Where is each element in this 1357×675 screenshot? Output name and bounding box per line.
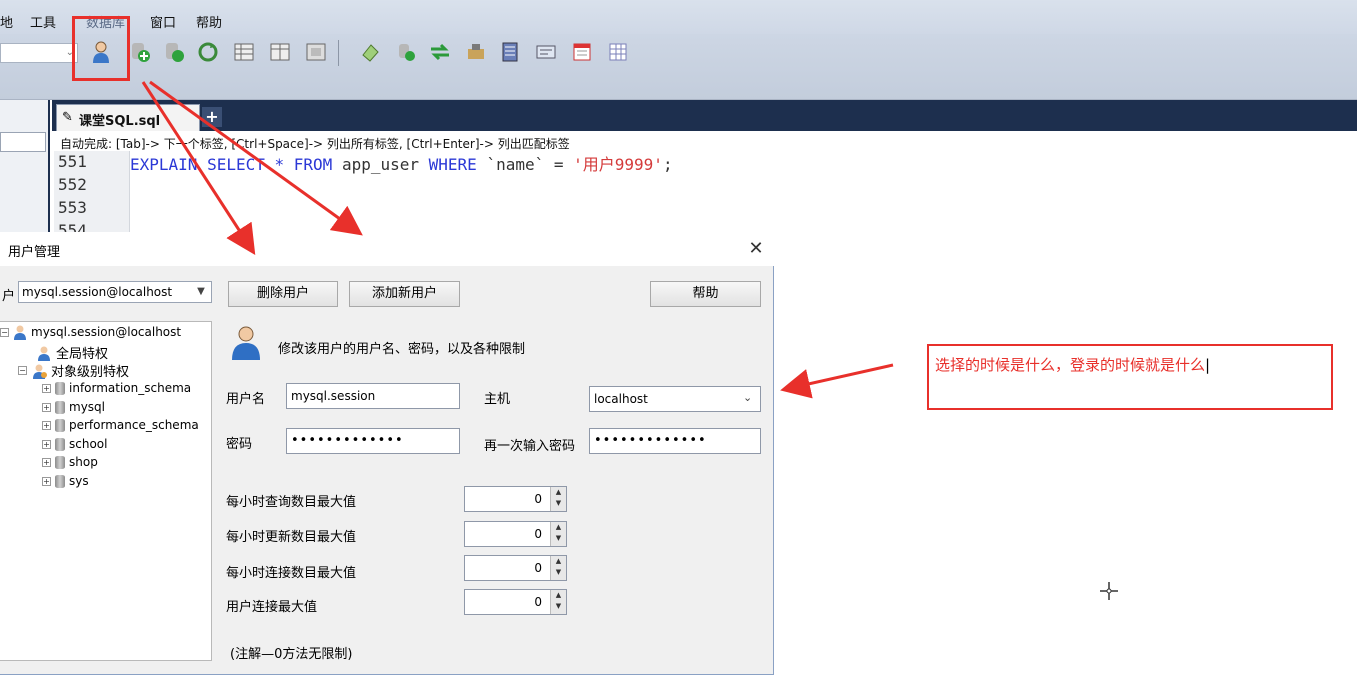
arrow-to-dialog — [149, 80, 363, 236]
arrow-to-host — [780, 363, 894, 399]
arrow-to-dialog — [141, 81, 256, 256]
crosshair-cursor-icon — [1100, 582, 1118, 600]
annotation-arrows — [141, 80, 894, 399]
